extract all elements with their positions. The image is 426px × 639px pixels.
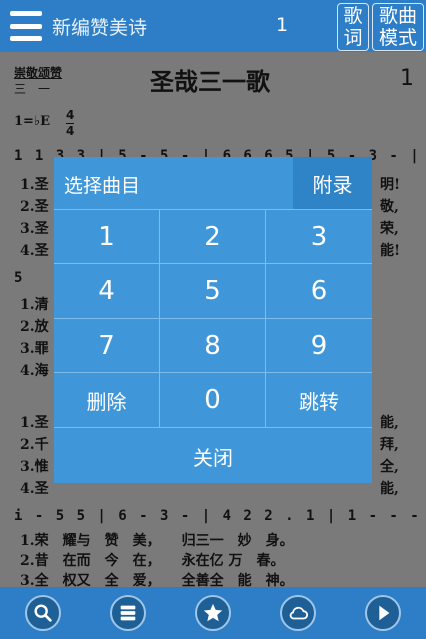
notation-line: 5 (14, 270, 25, 286)
key-9[interactable]: 9 (266, 319, 372, 373)
song-mode-button[interactable]: 歌曲 模式 (372, 3, 424, 51)
lyric-row: 2.圣 (20, 199, 49, 215)
lyrics-btn-bottom: 词 (343, 27, 363, 49)
key-0[interactable]: 0 (160, 373, 266, 428)
key-1[interactable]: 1 (54, 210, 160, 264)
lyric-row: 2.昔 在而 今 在， 永在亿 万 春。 (20, 553, 285, 569)
lyric-row: 4.海 (20, 363, 49, 379)
time-signature: 4 4 (66, 108, 75, 139)
lyric-row-end: 敬, (380, 199, 399, 215)
star-icon[interactable] (194, 595, 231, 631)
lyric-row: 4.圣 (20, 481, 49, 497)
dialog-title: 选择曲目 (64, 175, 141, 197)
key-5[interactable]: 5 (160, 264, 266, 319)
key-3[interactable]: 3 (266, 210, 372, 264)
lyric-row: 4.圣 (20, 243, 49, 259)
catalog-icon[interactable] (109, 595, 146, 631)
lyric-row: 3.惟 (20, 459, 49, 475)
key-2[interactable]: 2 (160, 210, 266, 264)
lyric-row-end: 明! (380, 177, 401, 193)
key-signature: 1=♭E (14, 114, 50, 129)
top-bar: 新编赞美诗 1 歌词 歌曲 模式 (0, 0, 426, 52)
lyric-row: 3.圣 (20, 221, 49, 237)
lyric-row: 1.清 (20, 297, 49, 313)
bottom-toolbar (0, 587, 426, 639)
lyric-row: 3.全 权又 全 爱， 全善全 能 神。 (20, 573, 294, 587)
song-select-dialog: 选择曲目 附录 1 2 3 4 5 6 7 8 9 删除 0 跳转 关闭 (54, 157, 372, 483)
song-title: 圣哉三一歌 (150, 67, 270, 96)
lyric-row-end: 能! (380, 243, 401, 259)
lyric-row: 1.圣 (20, 177, 49, 193)
lyric-row-end: 拜, (380, 437, 399, 453)
lyric-row-end: 全, (380, 459, 399, 475)
play-icon[interactable] (365, 595, 402, 631)
notation-line: i - 5 5 | 6 - 3 - | 4 2 2 . 1 | 1 - - - … (14, 508, 426, 524)
key-4[interactable]: 4 (54, 264, 160, 319)
key-6[interactable]: 6 (266, 264, 372, 319)
time-bottom: 4 (66, 123, 75, 138)
lyrics-btn-top: 歌 (343, 5, 363, 27)
collection-label: 崇敬颂赞 (14, 66, 63, 80)
cloud-icon[interactable] (280, 595, 317, 631)
collection-sub: 三 一 (14, 82, 51, 96)
search-icon[interactable] (24, 595, 61, 631)
song-page-number: 1 (276, 14, 289, 36)
close-button[interactable]: 关闭 (54, 429, 372, 483)
mode-btn-bottom: 模式 (378, 27, 417, 49)
lyrics-toggle-button[interactable]: 歌词 (337, 3, 369, 51)
lyric-row-end: 荣, (380, 221, 399, 237)
lyric-row-end: 能, (380, 481, 399, 497)
lyric-row: 3.罪 (20, 341, 49, 357)
song-number: 1 (400, 66, 414, 91)
jump-button[interactable]: 跳转 (266, 373, 372, 428)
appendix-button[interactable]: 附录 (293, 157, 372, 209)
key-8[interactable]: 8 (160, 319, 266, 373)
lyric-row: 2.千 (20, 437, 49, 453)
lyric-row: 1.荣 耀与 赞 美， 归三一 妙 身。 (20, 533, 294, 549)
mode-btn-top: 歌曲 (378, 5, 417, 27)
number-keypad: 1 2 3 4 5 6 7 8 9 删除 0 跳转 (54, 210, 372, 428)
menu-icon[interactable] (10, 11, 42, 41)
app-title: 新编赞美诗 (52, 17, 148, 39)
dialog-header: 选择曲目 附录 (54, 157, 372, 210)
lyric-row-end: 能, (380, 415, 399, 431)
lyric-row: 1.圣 (20, 415, 49, 431)
time-top: 4 (66, 108, 75, 122)
key-7[interactable]: 7 (54, 319, 160, 373)
lyric-row: 2.放 (20, 319, 49, 335)
delete-button[interactable]: 删除 (54, 373, 160, 428)
